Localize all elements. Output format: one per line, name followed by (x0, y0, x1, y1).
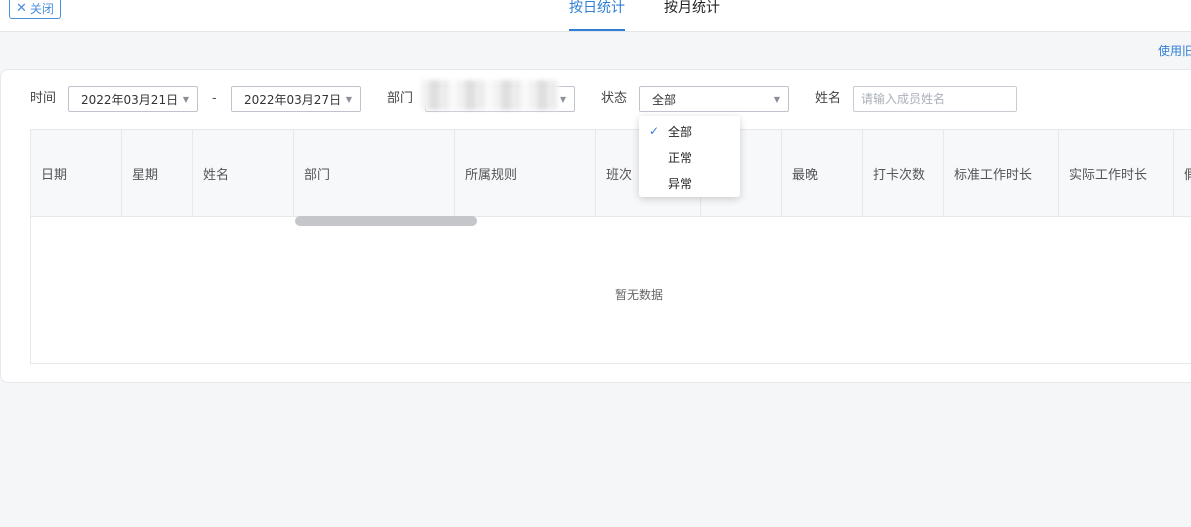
caret-down-icon: ▼ (773, 95, 780, 104)
column-header: 部门 (294, 130, 455, 216)
caret-down-icon: ▼ (559, 95, 566, 104)
tab-daily-stats[interactable]: 按日统计 (569, 0, 625, 31)
tab-monthly-stats[interactable]: 按月统计 (664, 0, 720, 31)
table-header: 日期 星期 姓名 部门 所属规则 班次 最晚 打卡次数 标准工作时长 实际工作时… (31, 130, 1191, 217)
date-range-separator: - (212, 91, 217, 106)
column-header: 日期 (31, 130, 122, 216)
option-label: 正常 (668, 150, 693, 165)
caret-down-icon: ▼ (345, 95, 352, 104)
department-label: 部门 (387, 91, 414, 106)
column-header: 标准工作时长 (944, 130, 1059, 216)
end-date-value: 2022年03月27日 (244, 92, 342, 107)
start-date-select[interactable]: 2022年03月21日 ▼ (68, 86, 198, 112)
time-label: 时间 (30, 91, 57, 106)
start-date-value: 2022年03月21日 (81, 92, 179, 107)
column-header: 实际工作时长 (1059, 130, 1174, 216)
redacted-area (421, 80, 559, 110)
top-bar: ✕ 关闭 按日统计 按月统计 (0, 0, 1191, 32)
name-search-input[interactable] (853, 86, 1017, 112)
column-header: 星期 (122, 130, 193, 216)
name-label: 姓名 (815, 91, 842, 106)
close-label: 关闭 (29, 1, 54, 16)
horizontal-scrollbar[interactable] (295, 216, 477, 226)
column-header: 最晚 (782, 130, 863, 216)
status-label: 状态 (601, 91, 628, 106)
end-date-select[interactable]: 2022年03月27日 ▼ (231, 86, 361, 112)
use-old-version-link[interactable]: 使用旧 (1158, 42, 1191, 59)
tab-monthly-label: 按月统计 (664, 0, 720, 16)
status-option-abnormal[interactable]: 异常 (639, 170, 740, 196)
status-option-normal[interactable]: 正常 (639, 144, 740, 170)
status-select[interactable]: 全部 ▼ (639, 86, 789, 112)
column-header: 所属规则 (455, 130, 596, 216)
status-value: 全部 (652, 92, 677, 107)
caret-down-icon: ▼ (182, 95, 189, 104)
tab-daily-label: 按日统计 (569, 0, 625, 16)
close-icon: ✕ (16, 0, 27, 16)
empty-state-text: 暂无数据 (614, 288, 663, 302)
status-option-all[interactable]: ✓ 全部 (639, 118, 740, 144)
column-header: 打卡次数 (863, 130, 944, 216)
close-button[interactable]: ✕ 关闭 (9, 0, 61, 19)
attendance-table: 日期 星期 姓名 部门 所属规则 班次 最晚 打卡次数 标准工作时长 实际工作时… (30, 129, 1191, 364)
column-header: 姓名 (193, 130, 294, 216)
option-label: 异常 (668, 176, 693, 191)
column-header: 假 (1174, 130, 1191, 216)
option-label: 全部 (668, 124, 693, 139)
check-icon: ✓ (649, 124, 660, 138)
status-dropdown-menu: ✓ 全部 正常 异常 (639, 116, 740, 197)
